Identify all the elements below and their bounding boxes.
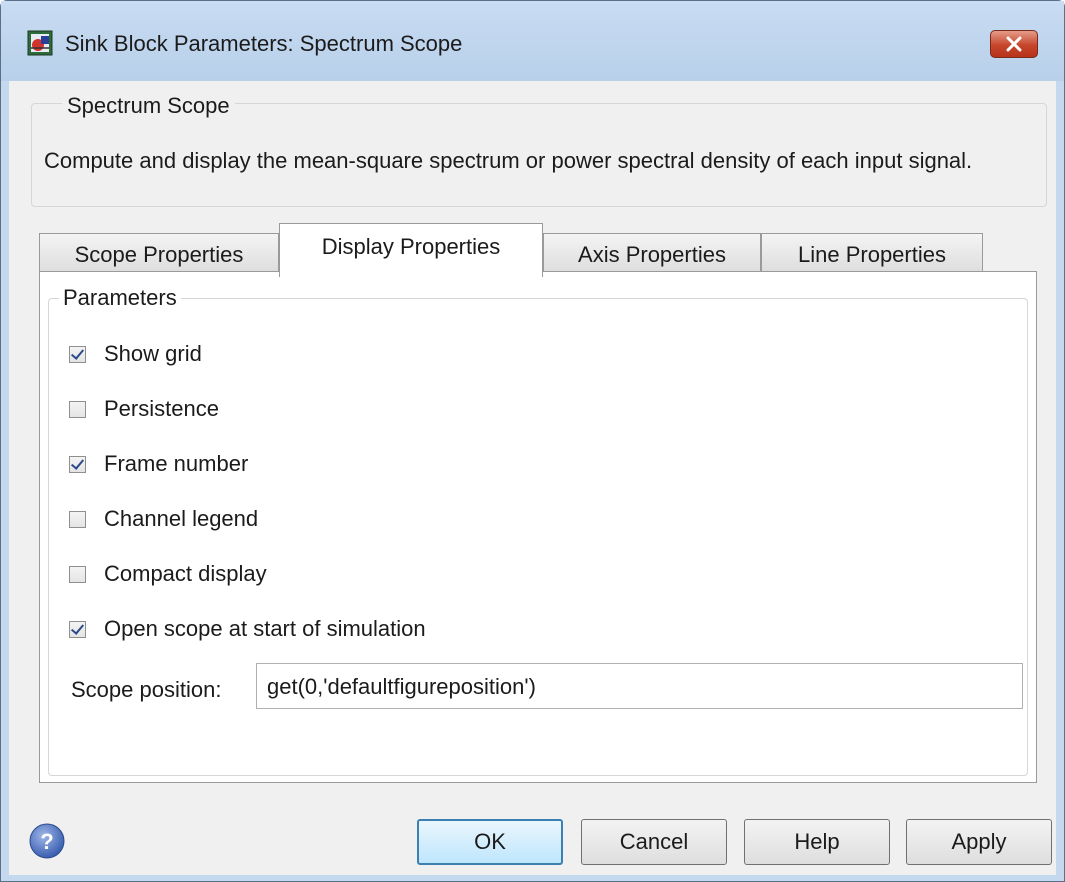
checkbox-label: Persistence xyxy=(104,396,219,421)
simulink-block-icon xyxy=(27,30,53,56)
help-button[interactable]: Help xyxy=(744,819,890,865)
tab-line-properties[interactable]: Line Properties xyxy=(761,233,983,275)
checkbox-box[interactable] xyxy=(69,510,86,528)
description-text: Compute and display the mean-square spec… xyxy=(44,148,973,173)
compact-display-checkbox[interactable]: Compact display xyxy=(69,559,267,589)
checkbox-label: Compact display xyxy=(104,561,267,586)
description-group: Spectrum Scope Compute and display the m… xyxy=(31,93,1047,207)
dialog-window: Sink Block Parameters: Spectrum Scope Sp… xyxy=(0,0,1065,882)
frame-number-checkbox[interactable]: Frame number xyxy=(69,449,248,479)
parameters-group-title: Parameters xyxy=(59,285,181,311)
dialog-client-area: Spectrum Scope Compute and display the m… xyxy=(9,81,1056,875)
show-grid-checkbox[interactable]: Show grid xyxy=(69,339,202,369)
checkbox-label: Frame number xyxy=(104,451,249,476)
window-title: Sink Block Parameters: Spectrum Scope xyxy=(65,31,463,56)
svg-text:?: ? xyxy=(40,829,53,854)
apply-button[interactable]: Apply xyxy=(906,819,1052,865)
checkbox-box[interactable] xyxy=(69,565,86,583)
help-icon[interactable]: ? xyxy=(29,823,65,859)
channel-legend-checkbox[interactable]: Channel legend xyxy=(69,504,258,534)
parameters-group: Parameters Show grid Persistence Frame n… xyxy=(48,285,1028,776)
checkbox-label: Open scope at start of simulation xyxy=(104,616,426,641)
tab-display-properties[interactable]: Display Properties xyxy=(279,223,543,277)
persistence-checkbox[interactable]: Persistence xyxy=(69,394,219,424)
checkbox-box[interactable] xyxy=(69,400,86,418)
title-bar[interactable]: Sink Block Parameters: Spectrum Scope xyxy=(1,1,1064,81)
ok-button[interactable]: OK xyxy=(417,819,563,865)
checkbox-box[interactable] xyxy=(69,620,86,638)
scope-position-input[interactable]: get(0,'defaultfigureposition') xyxy=(256,663,1023,709)
description-group-title: Spectrum Scope xyxy=(62,93,235,119)
checkbox-box[interactable] xyxy=(69,455,86,473)
tab-scope-properties[interactable]: Scope Properties xyxy=(39,233,279,275)
checkbox-label: Channel legend xyxy=(104,506,259,531)
checkbox-label: Show grid xyxy=(104,341,202,366)
display-properties-panel: Parameters Show grid Persistence Frame n… xyxy=(39,271,1037,783)
scope-position-label: Scope position: xyxy=(71,677,222,702)
close-icon xyxy=(1006,36,1022,52)
tab-strip: Scope Properties Display Properties Axis… xyxy=(39,223,1019,277)
open-scope-at-start-checkbox[interactable]: Open scope at start of simulation xyxy=(69,614,426,644)
checkbox-box[interactable] xyxy=(69,345,86,363)
close-button[interactable] xyxy=(990,30,1038,58)
tab-axis-properties[interactable]: Axis Properties xyxy=(543,233,761,275)
cancel-button[interactable]: Cancel xyxy=(581,819,727,865)
